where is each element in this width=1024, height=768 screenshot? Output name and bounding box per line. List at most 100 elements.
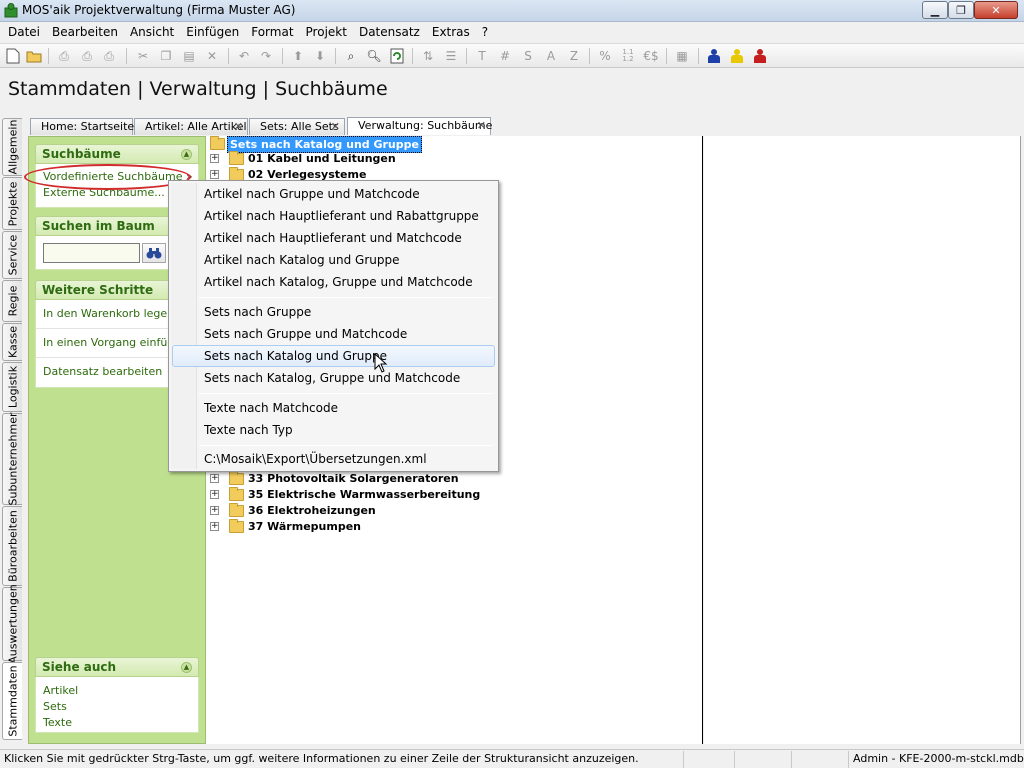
close-tab-icon[interactable]: ✕ [234, 119, 243, 134]
folder-icon [229, 519, 244, 533]
expand-icon[interactable]: + [210, 490, 219, 499]
tree-node-label: 33 Photovoltaik Solargeneratoren [248, 472, 459, 485]
close-tab-icon[interactable]: ✕ [331, 119, 340, 134]
z-icon[interactable]: Z [565, 47, 583, 65]
tab-home-startseite[interactable]: Home: Startseite [30, 118, 134, 135]
menu-item-texte-matchcode[interactable]: Texte nach Matchcode [172, 397, 495, 419]
menu-extras[interactable]: Extras [426, 22, 476, 42]
close-button[interactable]: ✕ [974, 1, 1018, 19]
vtab-label: Subunternehmer [6, 412, 19, 506]
copy-icon[interactable]: ❐ [157, 47, 175, 65]
percent-icon[interactable]: % [596, 47, 614, 65]
menu-datei[interactable]: Datei [2, 22, 46, 42]
tab-sets-alle-sets[interactable]: Sets: Alle Sets ✕ [249, 118, 345, 135]
menu-item-artikel-hauptlieferant-matchcode[interactable]: Artikel nach Hauptlieferant und Matchcod… [172, 227, 495, 249]
move-up-icon[interactable]: ⬆ [289, 47, 307, 65]
refresh-icon[interactable] [388, 47, 406, 65]
vtab-subunternehmer[interactable]: Subunternehmer [2, 412, 22, 506]
expand-icon[interactable]: + [210, 506, 219, 515]
a-icon[interactable]: A [542, 47, 560, 65]
collapse-icon[interactable]: ▲ [181, 149, 192, 160]
open-folder-icon[interactable] [25, 47, 43, 65]
menu-item-texte-typ[interactable]: Texte nach Typ [172, 419, 495, 441]
vtab-service[interactable]: Service [2, 231, 22, 279]
expand-icon[interactable]: + [210, 474, 219, 483]
paste-icon[interactable]: ▤ [180, 47, 198, 65]
numbering-icon[interactable]: 1.1 1.2 [619, 47, 637, 65]
user-blue-icon[interactable] [708, 49, 720, 63]
menu-item-sets-katalog-gruppe[interactable]: Sets nach Katalog und Gruppe [172, 345, 495, 367]
link-artikel[interactable]: Artikel [36, 684, 198, 700]
print-icon[interactable]: ⎙ [55, 47, 73, 65]
minimize-button[interactable]: ▁ [922, 1, 948, 19]
number-icon[interactable]: # [496, 47, 514, 65]
suchbaeume-header[interactable]: Suchbäume ▲ [35, 144, 199, 164]
menu-item-artikel-gruppe-matchcode[interactable]: Artikel nach Gruppe und Matchcode [172, 183, 495, 205]
detail-pane [704, 136, 1021, 744]
tab-verwaltung-suchbaeume[interactable]: Verwaltung: Suchbäume ✕ [347, 117, 492, 135]
text-icon[interactable]: T [473, 47, 491, 65]
menu-item-sets-katalog-gruppe-matchcode[interactable]: Sets nach Katalog, Gruppe und Matchcode [172, 367, 495, 389]
user-yellow-icon[interactable] [731, 49, 743, 63]
siehe-auch-header[interactable]: Siehe auch ▲ [35, 657, 199, 677]
undo-icon[interactable]: ↶ [235, 47, 253, 65]
vtab-bueroarbeiten[interactable]: Büroarbeiten [2, 506, 22, 586]
folder-icon [229, 503, 244, 517]
menu-format[interactable]: Format [245, 22, 299, 42]
link-texte[interactable]: Texte [36, 716, 198, 732]
barcode-icon[interactable]: ▦ [673, 47, 691, 65]
close-tab-icon[interactable]: ✕ [477, 118, 486, 133]
vtab-label: Logistik [6, 365, 19, 409]
vtab-stammdaten[interactable]: Stammdaten [2, 662, 22, 740]
move-down-icon[interactable]: ⬇ [311, 47, 329, 65]
expand-icon[interactable]: + [210, 522, 219, 531]
expand-icon[interactable]: + [210, 154, 219, 163]
menu-item-artikel-katalog-gruppe[interactable]: Artikel nach Katalog und Gruppe [172, 249, 495, 271]
menu-item-artikel-katalog-gruppe-matchcode[interactable]: Artikel nach Katalog, Gruppe und Matchco… [172, 271, 495, 293]
cut-icon[interactable]: ✂ [134, 47, 152, 65]
title-bar: MOS'aik Projektverwaltung (Firma Muster … [0, 0, 1024, 22]
tree-search-input[interactable] [43, 243, 140, 263]
menu-separator [199, 393, 493, 394]
vtab-regie[interactable]: Regie [2, 280, 22, 322]
menu-help[interactable]: ? [476, 22, 494, 42]
maximize-button[interactable]: ❐ [948, 1, 974, 19]
toolbar-separator [282, 48, 283, 64]
menu-projekt[interactable]: Projekt [300, 22, 353, 42]
collapse-icon[interactable]: ▲ [181, 662, 192, 673]
menu-datensatz[interactable]: Datensatz [353, 22, 426, 42]
binoculars-icon[interactable] [142, 243, 166, 263]
currency-icon[interactable]: €$ [642, 47, 660, 65]
vtab-auswertungen[interactable]: Auswertungen [2, 584, 22, 664]
vtab-allgemein[interactable]: Allgemein [2, 118, 22, 176]
sort-icon[interactable]: ⇅ [419, 47, 437, 65]
menu-item-artikel-hauptlieferant-rabattgruppe[interactable]: Artikel nach Hauptlieferant und Rabattgr… [172, 205, 495, 227]
s-icon[interactable]: S [519, 47, 537, 65]
print-setup-icon[interactable]: ⎙ [100, 47, 118, 65]
user-red-icon[interactable] [754, 49, 766, 63]
vtab-label: Projekte [6, 181, 19, 226]
toolbar-separator [589, 48, 590, 64]
vtab-logistik[interactable]: Logistik [2, 362, 22, 412]
find-icon[interactable]: ⌕ [342, 47, 360, 65]
vtab-projekte[interactable]: Projekte [2, 177, 22, 230]
delete-icon[interactable]: ✕ [203, 47, 221, 65]
tab-artikel-alle-artikel[interactable]: Artikel: Alle Artikel ✕ [134, 118, 248, 135]
expand-icon[interactable]: + [210, 170, 219, 179]
menu-item-export-file[interactable]: C:\Mosaik\Export\Übersetzungen.xml [172, 448, 495, 470]
menu-ansicht[interactable]: Ansicht [124, 22, 180, 42]
menu-item-sets-gruppe[interactable]: Sets nach Gruppe [172, 301, 495, 323]
print-preview-icon[interactable]: ⎙ [78, 47, 96, 65]
menu-bearbeiten[interactable]: Bearbeiten [46, 22, 124, 42]
menu-item-sets-gruppe-matchcode[interactable]: Sets nach Gruppe und Matchcode [172, 323, 495, 345]
context-menu: Artikel nach Gruppe und Matchcode Artike… [168, 180, 499, 472]
link-sets[interactable]: Sets [36, 700, 198, 716]
menu-einfuegen[interactable]: Einfügen [180, 22, 245, 42]
align-icon[interactable]: ☰ [442, 47, 460, 65]
new-document-icon[interactable] [4, 47, 22, 65]
redo-icon[interactable]: ↷ [257, 47, 275, 65]
search-document-icon[interactable]: 🔍︎ [365, 47, 383, 65]
toolbar-separator [335, 48, 336, 64]
vtab-kasse[interactable]: Kasse [2, 323, 22, 361]
toolbar-separator [698, 48, 699, 64]
